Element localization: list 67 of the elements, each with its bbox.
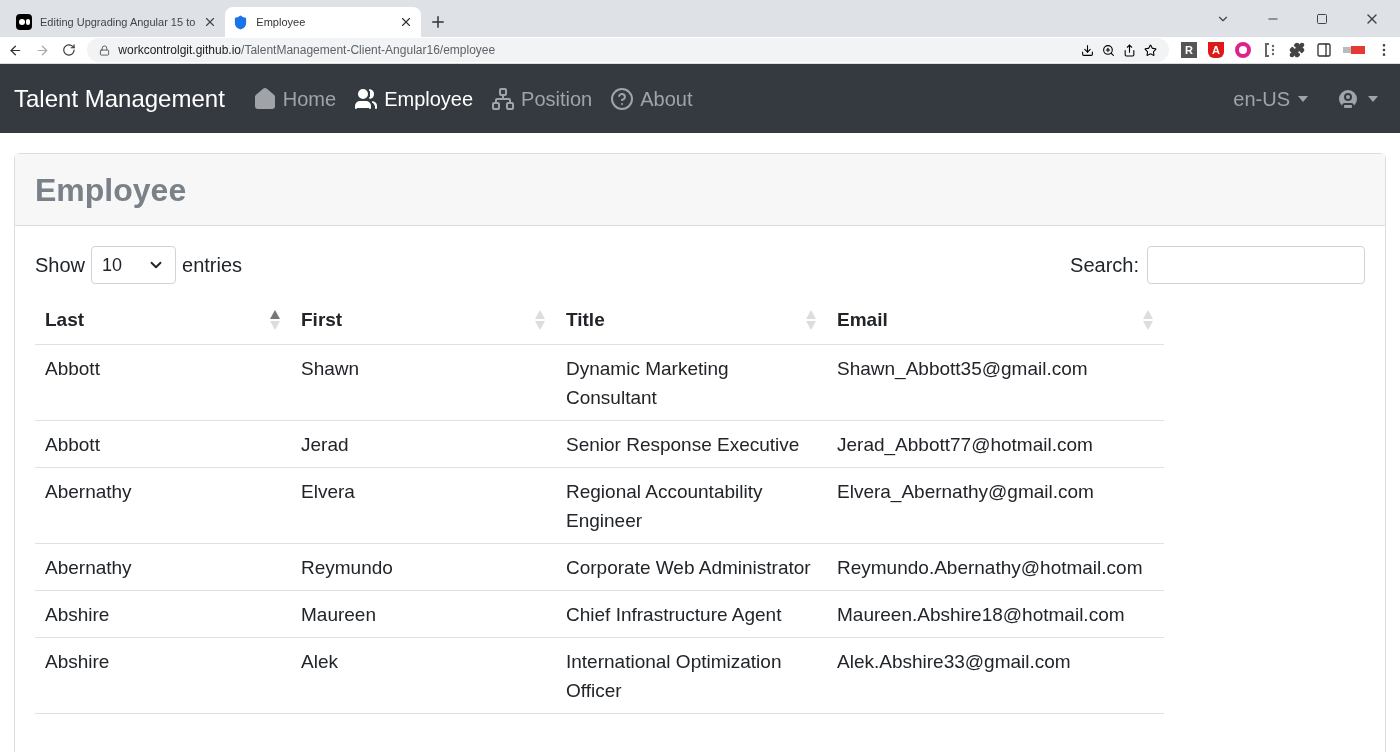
extension-ring-icon[interactable] <box>1235 42 1251 58</box>
users-icon <box>354 86 379 111</box>
table-cell: Elvera <box>291 467 556 543</box>
table-cell: Senior Response Executive <box>556 420 827 467</box>
side-panel-icon[interactable] <box>1316 42 1332 58</box>
caret-icon <box>1368 95 1378 102</box>
table-cell: Shawn <box>291 344 556 420</box>
table-cell: Corporate Web Administrator <box>556 543 827 590</box>
browser-tab[interactable]: Editing Upgrading Angular 15 to <box>8 7 226 37</box>
home-icon <box>252 86 277 111</box>
language-dropdown[interactable]: en-US <box>1233 83 1308 114</box>
column-header[interactable]: Title <box>556 296 827 344</box>
table-cell: Reymundo.Abernathy@hotmail.com <box>827 543 1164 590</box>
table-cell: Shawn_Abbott35@gmail.com <box>827 344 1164 420</box>
table-cell: Abbott <box>35 420 291 467</box>
sitemap-icon <box>491 86 516 111</box>
address-bar[interactable]: workcontrolgit.github.io/TalentManagement-Client-Angular16/employee <box>87 38 1169 62</box>
url-text: workcontrolgit.github.io/TalentManagement-Client-Angular16/employee <box>118 42 497 59</box>
card-title: Employee <box>35 170 187 210</box>
column-header[interactable]: Email <box>827 296 1164 344</box>
lock-icon <box>99 44 111 56</box>
extension-letter-icon[interactable]: R <box>1181 42 1197 58</box>
nav-link[interactable]: About <box>610 83 693 114</box>
table-cell: Regional Accountability Engineer <box>556 467 827 543</box>
entries-label: entries <box>182 253 243 278</box>
table-cell: Jerad_Abbott77@hotmail.com <box>827 420 1164 467</box>
maximize-icon[interactable] <box>1316 12 1328 25</box>
table-cell: Abernathy <box>35 543 291 590</box>
table-cell: Chief Infrastructure Agent <box>556 590 827 637</box>
nav-link[interactable]: Employee <box>354 83 474 114</box>
page-size-select[interactable]: 10 <box>91 246 177 284</box>
reload-icon[interactable] <box>61 43 76 57</box>
table-cell: Elvera_Abernathy@gmail.com <box>827 467 1164 543</box>
bookmark-icon[interactable] <box>1144 43 1157 57</box>
table-cell: Dynamic Marketing Consultant <box>556 344 827 420</box>
tab-title: Editing Upgrading Angular 15 to <box>40 14 196 30</box>
table-cell: Abshire <box>35 590 291 637</box>
extension-shield-icon[interactable]: A <box>1208 42 1224 58</box>
table-cell: Alek <box>291 637 556 713</box>
table-cell: Alek.Abshire33@gmail.com <box>827 637 1164 713</box>
table-cell: Maureen <box>291 590 556 637</box>
nav-link[interactable]: Home <box>252 83 337 114</box>
column-header[interactable]: Last <box>35 296 291 344</box>
column-header[interactable]: First <box>291 296 556 344</box>
browser-tab[interactable]: Employee <box>225 7 422 37</box>
extension-badge-icon[interactable] <box>1343 44 1365 56</box>
show-label: Show <box>35 253 86 278</box>
table-cell: Abshire <box>35 637 291 713</box>
table-cell: Reymundo <box>291 543 556 590</box>
brand-title[interactable]: Talent Management <box>14 80 225 117</box>
table-cell: Abbott <box>35 344 291 420</box>
dots-logo-icon <box>16 14 32 30</box>
zoom-icon[interactable] <box>1102 43 1115 57</box>
caret-icon <box>1298 95 1308 102</box>
shield-icon <box>233 14 249 30</box>
search-label: Search: <box>1070 253 1139 278</box>
table-cell: Maureen.Abshire18@hotmail.com <box>827 590 1164 637</box>
search-field[interactable] <box>1147 246 1365 284</box>
table-cell: International Optimization Officer <box>556 637 827 713</box>
install-icon[interactable] <box>1081 43 1094 57</box>
table-cell: Abernathy <box>35 467 291 543</box>
share-icon[interactable] <box>1123 43 1136 57</box>
nav-link[interactable]: Position <box>491 83 593 114</box>
table-cell: Jerad <box>291 420 556 467</box>
extensions-icon[interactable] <box>1289 42 1305 58</box>
help-icon <box>610 86 635 111</box>
tab-title: Employee <box>256 14 307 30</box>
